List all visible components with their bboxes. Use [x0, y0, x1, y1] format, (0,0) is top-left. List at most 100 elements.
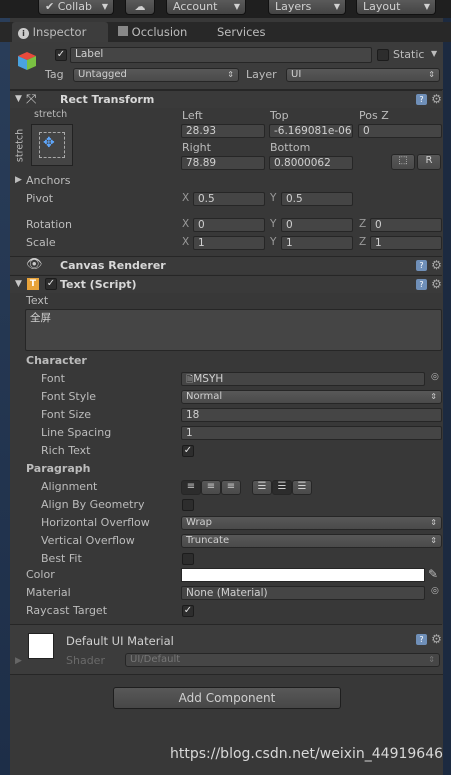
object-name-input[interactable]: Label	[70, 47, 372, 63]
help-icon[interactable]: ?	[416, 279, 427, 290]
rotation-x-input[interactable]: 0	[193, 218, 265, 232]
cloud-button[interactable]: ☁	[125, 0, 155, 15]
color-swatch[interactable]	[181, 568, 425, 582]
line-spacing-input[interactable]: 1	[181, 426, 442, 440]
font-style-value: Normal	[186, 391, 223, 402]
shader-dropdown[interactable]: UI/Default ⇕	[125, 653, 440, 667]
bottom-label: Bottom	[270, 141, 311, 154]
help-icon[interactable]: ?	[416, 94, 427, 105]
static-dropdown-icon[interactable]: ▼	[431, 49, 437, 58]
scale-x-input[interactable]: 1	[193, 236, 265, 250]
posz-input[interactable]: 0	[358, 124, 442, 138]
updown-icon: ⇕	[428, 70, 435, 79]
tab-bar: i Inspector Occlusion Services	[0, 22, 451, 42]
raw-edit-label: R	[425, 155, 433, 166]
font-size-label: Font Size	[41, 408, 92, 421]
layer-dropdown[interactable]: UI ⇕	[286, 68, 440, 82]
anchors-foldout-icon[interactable]: ▶	[15, 175, 22, 185]
add-component-button[interactable]: Add Component	[113, 687, 341, 709]
bottom-input[interactable]: 0.8000062	[269, 156, 353, 170]
help-icon[interactable]: ?	[416, 260, 427, 271]
text-script-header[interactable]: ▼ T ✓ Text (Script) ? ⚙	[10, 275, 442, 293]
raycast-target-checkbox[interactable]: ✓	[182, 605, 194, 617]
anchors-label[interactable]: Anchors	[26, 174, 71, 187]
tab-occlusion[interactable]: Occlusion	[118, 22, 202, 42]
pivot-x-input[interactable]: 0.5	[193, 192, 265, 206]
align-right-button[interactable]: ≡	[221, 480, 241, 495]
font-value: MSYH	[193, 373, 224, 385]
align-middle-icon: ☰	[277, 481, 287, 492]
align-bottom-button[interactable]: ☰	[292, 480, 312, 495]
help-icon[interactable]: ?	[416, 634, 427, 645]
scale-y-input[interactable]: 1	[281, 236, 353, 250]
tag-dropdown[interactable]: Untagged ⇕	[73, 68, 239, 82]
anchor-preset-button[interactable]: ✥	[31, 124, 73, 166]
updown-icon: ⇕	[428, 655, 435, 664]
window-edge	[0, 0, 10, 775]
canvas-renderer-header[interactable]: 👁 Canvas Renderer ? ⚙	[10, 256, 442, 274]
static-checkbox[interactable]	[377, 49, 389, 61]
material-preview	[28, 633, 54, 659]
line-spacing-label: Line Spacing	[41, 426, 112, 439]
layout-button[interactable]: Layout ▼	[356, 0, 436, 15]
align-middle-button[interactable]: ☰	[272, 480, 292, 495]
active-checkbox[interactable]: ✓	[55, 49, 67, 61]
horizontal-overflow-dropdown[interactable]: Wrap ⇕	[181, 516, 442, 530]
vertical-overflow-dropdown[interactable]: Truncate ⇕	[181, 534, 442, 548]
font-size-input[interactable]: 18	[181, 408, 442, 422]
color-label: Color	[26, 568, 55, 581]
pivot-y-input[interactable]: 0.5	[281, 192, 353, 206]
font-field[interactable]: 🗎MSYH	[181, 372, 425, 386]
horizontal-overflow-value: Wrap	[186, 517, 213, 528]
shader-foldout-icon[interactable]: ▶	[15, 656, 22, 666]
align-center-button[interactable]: ≡	[201, 480, 221, 495]
pivot-x-label: X	[182, 192, 190, 204]
cloud-icon: ☁	[134, 0, 146, 13]
layout-label: Layout	[363, 0, 401, 13]
text-enabled-checkbox[interactable]: ✓	[45, 278, 57, 290]
font-style-dropdown[interactable]: Normal ⇕	[181, 390, 442, 404]
info-icon: i	[18, 28, 29, 39]
text-area[interactable]: 全屏	[25, 309, 442, 351]
collab-button[interactable]: ✔ Collab ▼	[38, 0, 114, 15]
material-field[interactable]: None (Material)	[181, 586, 425, 600]
material-picker-icon[interactable]: ◎	[431, 586, 439, 596]
rect-transform-header[interactable]: ▼ ⤧ Rect Transform ? ⚙	[10, 90, 442, 108]
vertical-overflow-label: Vertical Overflow	[41, 534, 135, 547]
right-label: Right	[182, 141, 211, 154]
object-header: ✓ Label Static ▼ Tag Untagged ⇕ Layer UI ⇕	[10, 42, 443, 90]
pivot-label: Pivot	[26, 192, 54, 205]
font-picker-icon[interactable]: ◎	[431, 372, 439, 382]
layers-label: Layers	[275, 0, 312, 13]
gameobject-cube-icon	[16, 50, 38, 72]
tab-services-label: Services	[217, 25, 266, 39]
best-fit-checkbox[interactable]	[182, 553, 194, 565]
scale-z-label: Z	[359, 236, 367, 248]
account-button[interactable]: Account ▼	[166, 0, 246, 15]
eyedropper-icon[interactable]: ✎	[428, 567, 438, 581]
rotation-z-input[interactable]: 0	[370, 218, 442, 232]
gear-icon[interactable]: ⚙	[431, 633, 442, 645]
character-section-label: Character	[26, 354, 87, 367]
raw-edit-button[interactable]: R	[417, 154, 441, 170]
rotation-y-input[interactable]: 0	[281, 218, 353, 232]
rich-text-label: Rich Text	[41, 444, 91, 457]
rot-z-label: Z	[359, 218, 367, 230]
align-top-button[interactable]: ☰	[252, 480, 272, 495]
layers-button[interactable]: Layers ▼	[268, 0, 346, 15]
tab-services[interactable]: Services	[217, 22, 277, 42]
gear-icon[interactable]: ⚙	[431, 278, 442, 290]
rotation-label: Rotation	[26, 218, 73, 231]
align-left-button[interactable]: ≡	[181, 480, 201, 495]
gear-icon[interactable]: ⚙	[431, 259, 442, 271]
scale-z-input[interactable]: 1	[370, 236, 442, 250]
tab-inspector[interactable]: i Inspector	[12, 22, 108, 42]
align-by-geometry-checkbox[interactable]	[182, 499, 194, 511]
rich-text-checkbox[interactable]: ✓	[182, 445, 194, 457]
right-input[interactable]: 78.89	[181, 156, 265, 170]
top-input[interactable]: -6.169081e-06	[269, 124, 353, 138]
left-input[interactable]: 28.93	[181, 124, 265, 138]
gear-icon[interactable]: ⚙	[431, 93, 442, 105]
tag-value: Untagged	[78, 69, 127, 80]
blueprint-mode-button[interactable]: ⬚	[391, 154, 415, 170]
